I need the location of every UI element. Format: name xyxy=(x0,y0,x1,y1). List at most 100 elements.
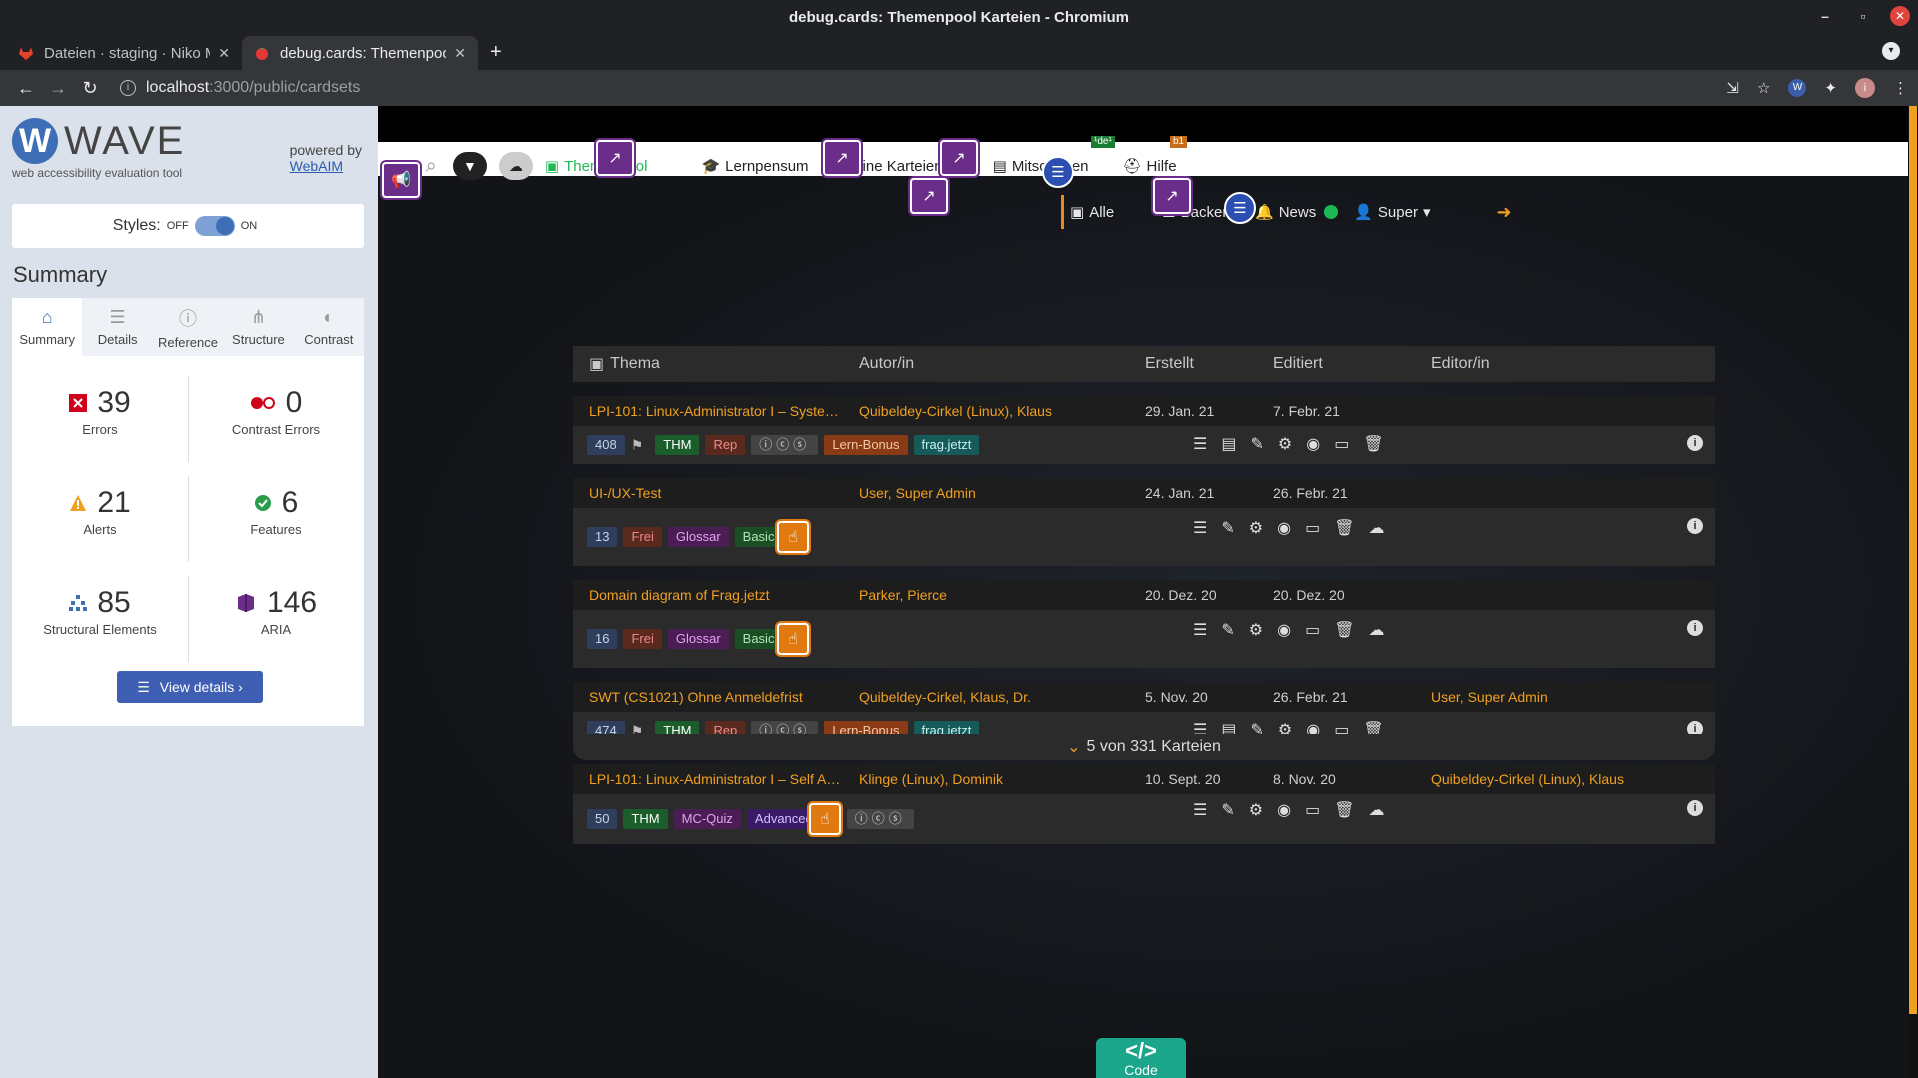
site-info-icon[interactable]: i xyxy=(120,80,136,96)
tab-close-icon[interactable]: ✕ xyxy=(218,45,230,62)
bookmark-star-icon[interactable]: ☆ xyxy=(1757,79,1770,97)
gear-icon[interactable]: ⚙ xyxy=(1249,800,1263,820)
tag-thm[interactable]: THM xyxy=(655,435,700,455)
view-details-button[interactable]: ☰ View details › xyxy=(117,671,263,703)
row-autor-link[interactable]: Quibeldey-Cirkel, Klaus, Dr. xyxy=(859,689,1145,705)
trash-icon[interactable]: 🗑 xyxy=(1363,434,1383,454)
tab-reference[interactable]: ⓘ Reference xyxy=(153,298,223,356)
edit-icon[interactable]: ✎ xyxy=(1221,620,1234,640)
tag-lern-bonus[interactable]: Lern-Bonus xyxy=(824,435,908,455)
tab-contrast[interactable]: ◐ Contrast xyxy=(294,298,364,356)
search-icon[interactable]: ⌕ xyxy=(426,155,437,178)
wave-alert-badge-icon[interactable]: ☝ xyxy=(776,623,809,655)
wave-structure-badge-icon[interactable]: ☰ xyxy=(1224,192,1256,224)
cloud-download-icon[interactable]: ☁ xyxy=(1369,518,1385,538)
tab-debugcards[interactable]: debug.cards: Themenpoo ✕ xyxy=(242,36,478,70)
wave-alert-badge-icon[interactable]: ☝ xyxy=(808,803,841,835)
nav-super-user[interactable]: 👤 Super ▾ xyxy=(1354,203,1430,222)
clipboard-icon[interactable]: ▤ xyxy=(1221,434,1236,454)
forward-icon[interactable]: → xyxy=(42,78,74,99)
header-editor[interactable]: Editor/in xyxy=(1431,355,1715,373)
row-autor-link[interactable]: Klinge (Linux), Dominik xyxy=(859,771,1145,787)
tag-mc-quiz[interactable]: MC-Quiz xyxy=(673,809,741,829)
tag-license[interactable]: ⓘⓒⓢ xyxy=(846,809,914,829)
cloud-download-icon[interactable]: ☁ xyxy=(1369,800,1385,820)
back-icon[interactable]: ← xyxy=(10,78,42,99)
edit-icon[interactable]: ✎ xyxy=(1221,518,1234,538)
trash-icon[interactable]: 🗑 xyxy=(1334,620,1354,640)
eye-icon[interactable]: ◉ xyxy=(1277,620,1291,640)
row-editor[interactable]: Quibeldey-Cirkel (Linux), Klaus xyxy=(1431,771,1715,787)
tag-frag-jetzt[interactable]: frag.jetzt xyxy=(913,435,980,455)
tab-summary[interactable]: ⌂ Summary xyxy=(12,298,83,356)
wave-aria-badge-icon[interactable]: 📢 xyxy=(382,162,420,198)
stat-structural[interactable]: 85 Structural Elements xyxy=(12,586,188,637)
info-icon[interactable]: i xyxy=(1687,800,1703,816)
filter-button[interactable]: ▼ xyxy=(452,152,487,180)
new-tab-button[interactable]: + xyxy=(490,41,502,64)
stat-features[interactable]: 6 Features xyxy=(188,486,364,537)
gear-icon[interactable]: ⚙ xyxy=(1278,434,1292,454)
wave-aria-badge-icon[interactable]: ↗ xyxy=(940,140,978,176)
cc-icon[interactable]: ▭ xyxy=(1305,620,1320,640)
wave-aria-badge-icon[interactable]: ↗ xyxy=(1153,178,1191,214)
header-erstellt[interactable]: Erstellt xyxy=(1145,355,1273,373)
row-thema-link[interactable]: SWT (CS1021) Ohne Anmeldefrist xyxy=(573,689,859,705)
wave-aria-badge-icon[interactable]: ↗ xyxy=(596,140,634,176)
trash-icon[interactable]: 🗑 xyxy=(1334,518,1354,538)
cloud-button[interactable]: ☁ xyxy=(498,152,533,180)
info-icon[interactable]: i xyxy=(1687,435,1703,451)
logout-icon[interactable]: ➜ xyxy=(1496,202,1511,223)
eye-icon[interactable]: ◉ xyxy=(1277,518,1291,538)
row-thema-link[interactable]: LPI-101: Linux-Administrator I – Syste… xyxy=(573,403,859,419)
row-autor-link[interactable]: Quibeldey-Cirkel (Linux), Klaus xyxy=(859,403,1145,419)
tab-structure[interactable]: ⋔ Structure xyxy=(223,298,293,356)
wave-structure-badge-icon[interactable]: ☰ xyxy=(1042,156,1074,188)
row-autor-link[interactable]: User, Super Admin xyxy=(859,485,1145,501)
wave-extension-icon[interactable]: W xyxy=(1788,79,1807,97)
info-icon[interactable]: i xyxy=(1687,620,1703,636)
stat-alerts[interactable]: 21 Alerts xyxy=(12,486,188,537)
tab-details[interactable]: ☰ Details xyxy=(82,298,152,356)
nav-alle[interactable]: ▣ Alle xyxy=(1070,203,1114,222)
list-icon[interactable]: ☰ xyxy=(1193,620,1207,640)
stat-errors[interactable]: 39 Errors xyxy=(12,386,188,437)
nav-lernpensum[interactable]: 🎓 Lernpensum xyxy=(701,157,808,176)
wave-aria-badge-icon[interactable]: ↗ xyxy=(910,178,948,214)
tag-thm[interactable]: THM xyxy=(623,809,668,829)
row-editor[interactable]: User, Super Admin xyxy=(1431,689,1715,705)
list-icon[interactable]: ☰ xyxy=(1193,518,1207,538)
cloud-download-icon[interactable]: ☁ xyxy=(1369,620,1385,640)
close-window-icon[interactable]: ✕ xyxy=(1890,6,1910,26)
header-autor[interactable]: Autor/in xyxy=(859,355,1145,373)
tag-license[interactable]: ⓘⓒⓢ xyxy=(751,435,819,455)
info-icon[interactable]: i xyxy=(1687,518,1703,534)
install-icon[interactable]: ⇲ xyxy=(1726,79,1739,97)
eye-icon[interactable]: ◉ xyxy=(1277,800,1291,820)
gear-icon[interactable]: ⚙ xyxy=(1249,620,1263,640)
trash-icon[interactable]: 🗑 xyxy=(1334,800,1354,820)
edit-icon[interactable]: ✎ xyxy=(1250,434,1263,454)
address-bar[interactable]: i localhost:3000/public/cardsets xyxy=(120,79,360,97)
cc-icon[interactable]: ▭ xyxy=(1305,800,1320,820)
nav-mitschriften[interactable]: ▤Mitschriften xyxy=(993,157,1089,176)
styles-toggle[interactable] xyxy=(194,216,235,236)
webaim-link[interactable]: WebAIM xyxy=(290,158,362,174)
wave-aria-badge-icon[interactable]: ↗ xyxy=(823,140,861,176)
nav-hilfe[interactable]: ⛑ Hilfe xyxy=(1123,157,1177,176)
tab-search-icon[interactable]: ▾ xyxy=(1882,42,1900,60)
edit-icon[interactable]: ✎ xyxy=(1221,800,1234,820)
row-thema-link[interactable]: UI-/UX-Test xyxy=(573,485,859,501)
tag-rep[interactable]: Rep xyxy=(705,435,746,455)
maximize-icon[interactable]: ▫ xyxy=(1852,8,1874,24)
nav-news[interactable]: 🔔 News xyxy=(1255,203,1316,222)
stat-contrast[interactable]: 0 Contrast Errors xyxy=(188,386,364,437)
cc-icon[interactable]: ▭ xyxy=(1334,434,1349,454)
gear-icon[interactable]: ⚙ xyxy=(1249,518,1263,538)
row-thema-link[interactable]: LPI-101: Linux-Administrator I – Self A… xyxy=(573,771,859,787)
extensions-puzzle-icon[interactable]: ✦ xyxy=(1824,79,1837,97)
cc-icon[interactable]: ▭ xyxy=(1305,518,1320,538)
header-thema[interactable]: ▣ Thema xyxy=(573,354,859,374)
tag-frei[interactable]: Frei xyxy=(623,629,662,649)
reload-icon[interactable]: ↻ xyxy=(74,78,106,99)
